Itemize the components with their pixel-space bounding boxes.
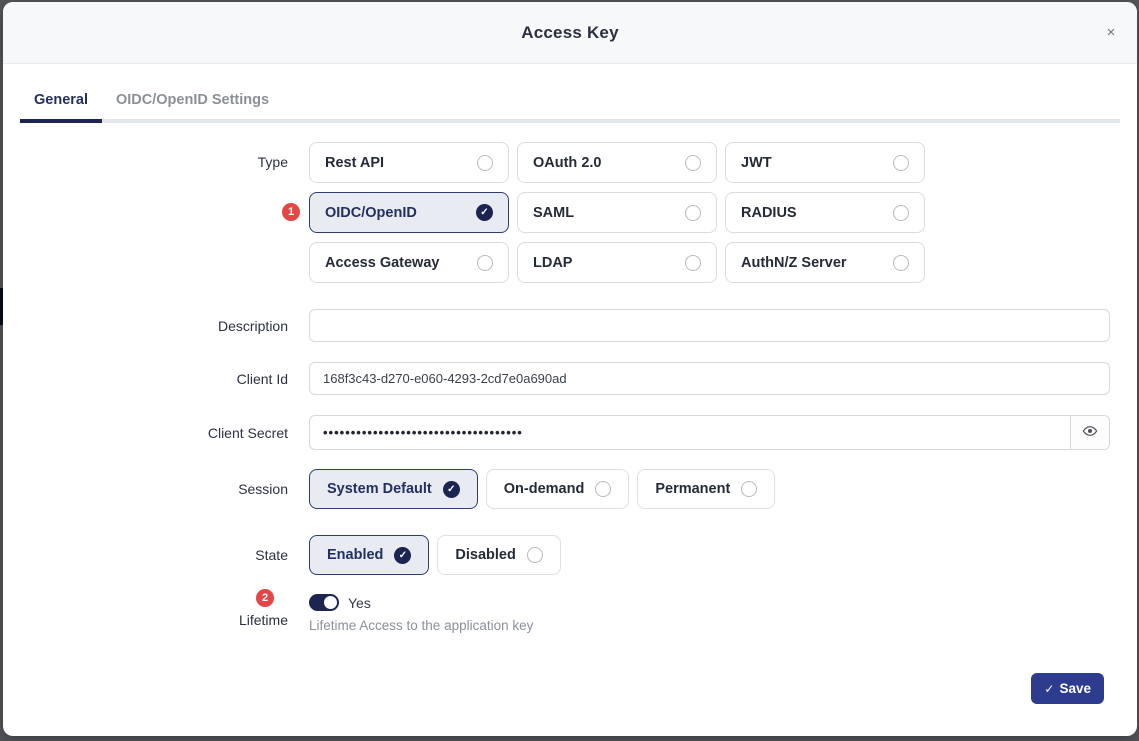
- radio-icon: [893, 255, 909, 271]
- type-option-rest-api[interactable]: Rest API: [309, 142, 509, 183]
- state-option-enabled[interactable]: Enabled ✓: [309, 535, 429, 575]
- type-option-oidc-openid[interactable]: OIDC/OpenID ✓: [309, 192, 509, 233]
- lifetime-row: 2 Lifetime Yes Lifetime Access to the ap…: [3, 587, 1137, 633]
- check-circle-icon: ✓: [394, 547, 411, 564]
- check-icon: ✓: [1044, 682, 1054, 696]
- check-circle-icon: ✓: [476, 204, 493, 221]
- type-option-radius[interactable]: RADIUS: [725, 192, 925, 233]
- step-badge-1: 1: [282, 203, 300, 221]
- radio-icon: [595, 481, 611, 497]
- radio-icon: [527, 547, 543, 563]
- client-id-label: Client Id: [3, 371, 288, 387]
- client-secret-label: Client Secret: [3, 425, 288, 441]
- radio-icon: [685, 155, 701, 171]
- client-secret-input[interactable]: [310, 416, 1070, 449]
- type-option-jwt[interactable]: JWT: [725, 142, 925, 183]
- lifetime-toggle-label: Yes: [348, 595, 371, 611]
- state-label: State: [3, 547, 288, 563]
- radio-icon: [477, 155, 493, 171]
- type-option-ldap[interactable]: LDAP: [517, 242, 717, 283]
- tab-oidc-openid-settings[interactable]: OIDC/OpenID Settings: [102, 86, 283, 123]
- lifetime-label: Lifetime: [239, 612, 288, 628]
- type-option-saml[interactable]: SAML: [517, 192, 717, 233]
- session-options: System Default ✓ On-demand Permanent: [309, 469, 1110, 509]
- tab-bar: General OIDC/OpenID Settings: [3, 64, 1137, 123]
- type-label: Type: [3, 142, 288, 283]
- session-option-system-default[interactable]: System Default ✓: [309, 469, 478, 509]
- radio-icon: [685, 255, 701, 271]
- description-row: Description: [3, 309, 1137, 342]
- modal-footer: ✓ Save: [3, 673, 1137, 736]
- type-options: Rest API OAuth 2.0 JWT OIDC/OpenID ✓: [309, 142, 1110, 283]
- save-button[interactable]: ✓ Save: [1031, 673, 1104, 704]
- close-icon[interactable]: ×: [1099, 21, 1123, 45]
- step-badge-2: 2: [256, 589, 274, 607]
- state-options: Enabled ✓ Disabled: [309, 535, 1110, 575]
- modal-body: Type 1 Rest API OAuth 2.0 JWT: [3, 123, 1137, 736]
- radio-icon: [893, 205, 909, 221]
- state-row: State Enabled ✓ Disabled: [3, 535, 1137, 575]
- toggle-knob: [324, 596, 337, 609]
- type-option-oauth2[interactable]: OAuth 2.0: [517, 142, 717, 183]
- session-row: Session System Default ✓ On-demand Perma…: [3, 469, 1137, 509]
- radio-icon: [741, 481, 757, 497]
- client-id-row: Client Id: [3, 362, 1137, 395]
- state-option-disabled[interactable]: Disabled: [437, 535, 560, 575]
- type-option-access-gateway[interactable]: Access Gateway: [309, 242, 509, 283]
- modal-header: Access Key ×: [3, 2, 1137, 64]
- session-option-permanent[interactable]: Permanent: [637, 469, 775, 509]
- modal-title: Access Key: [521, 23, 618, 43]
- description-input[interactable]: [309, 309, 1110, 342]
- type-row: Type 1 Rest API OAuth 2.0 JWT: [3, 142, 1137, 283]
- access-key-modal: Access Key × General OIDC/OpenID Setting…: [3, 2, 1137, 736]
- radio-icon: [893, 155, 909, 171]
- check-circle-icon: ✓: [443, 481, 460, 498]
- save-button-label: Save: [1059, 681, 1091, 696]
- tab-general[interactable]: General: [20, 86, 102, 123]
- lifetime-toggle[interactable]: [309, 594, 339, 611]
- radio-icon: [477, 255, 493, 271]
- eye-icon: [1082, 423, 1098, 442]
- type-option-authnz-server[interactable]: AuthN/Z Server: [725, 242, 925, 283]
- lifetime-help-text: Lifetime Access to the application key: [309, 618, 1110, 633]
- session-option-on-demand[interactable]: On-demand: [486, 469, 630, 509]
- show-secret-button[interactable]: [1070, 416, 1109, 449]
- client-secret-row: Client Secret: [3, 415, 1137, 450]
- session-label: Session: [3, 481, 288, 497]
- radio-icon: [685, 205, 701, 221]
- client-id-input[interactable]: [309, 362, 1110, 395]
- description-label: Description: [3, 318, 288, 334]
